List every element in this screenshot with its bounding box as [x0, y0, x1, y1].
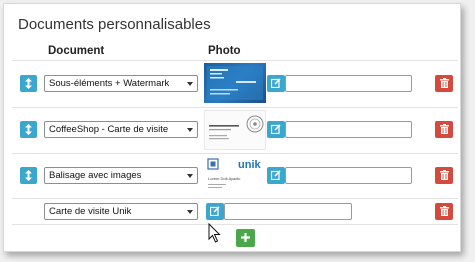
photo-input[interactable]	[285, 75, 412, 92]
photo-input[interactable]	[224, 203, 352, 220]
document-select-value: Balisage avec images	[49, 170, 142, 181]
document-select-value: Sous-éléments + Watermark	[49, 78, 170, 89]
edit-icon	[270, 75, 281, 93]
photo-thumbnail	[204, 63, 266, 103]
document-select-value: CoffeeShop - Carte de visite	[49, 124, 169, 135]
plus-icon	[241, 229, 250, 247]
chevron-down-icon	[187, 82, 193, 86]
row-divider	[12, 153, 458, 154]
chevron-down-icon	[187, 128, 193, 132]
delete-row-button[interactable]	[435, 167, 453, 184]
edit-icon	[270, 121, 281, 139]
edit-icon	[209, 203, 220, 221]
column-header-photo: Photo	[208, 45, 241, 57]
delete-row-button[interactable]	[435, 203, 453, 220]
reorder-button[interactable]	[20, 75, 37, 92]
document-select[interactable]: CoffeeShop - Carte de visite	[44, 121, 198, 138]
edit-photo-button[interactable]	[267, 121, 285, 138]
document-select[interactable]: Sous-éléments + Watermark	[44, 75, 198, 92]
edit-photo-button[interactable]	[267, 167, 285, 184]
row-divider	[12, 107, 458, 108]
reorder-button[interactable]	[20, 121, 37, 138]
chevron-down-icon	[187, 210, 193, 214]
delete-row-button[interactable]	[435, 121, 453, 138]
mouse-pointer-icon	[208, 222, 222, 249]
vertical-arrows-icon	[25, 170, 32, 181]
trash-icon	[439, 75, 449, 93]
trash-icon	[439, 121, 449, 139]
chevron-down-icon	[187, 174, 193, 178]
column-header-document: Document	[48, 45, 105, 57]
card-name-text: Lorem Dolt Ayadic	[208, 176, 240, 181]
brand-mark-text: unik	[238, 159, 261, 171]
edit-photo-button[interactable]	[267, 75, 285, 92]
reorder-button[interactable]	[20, 167, 37, 184]
row-divider	[12, 198, 458, 199]
document-select-value: Carte de visite Unik	[49, 206, 132, 217]
section-title: Documents personnalisables	[18, 16, 211, 33]
document-select[interactable]: Carte de visite Unik	[44, 203, 198, 220]
vertical-arrows-icon	[25, 124, 32, 135]
photo-thumbnail	[204, 110, 266, 150]
row-divider	[12, 224, 458, 225]
photo-input[interactable]	[285, 121, 412, 138]
photo-thumbnail: unik Lorem Dolt Ayadic	[204, 155, 266, 195]
row-divider	[12, 60, 458, 61]
trash-icon	[439, 167, 449, 185]
edit-photo-button[interactable]	[206, 203, 224, 220]
add-document-button[interactable]	[236, 229, 255, 247]
trash-icon	[439, 203, 449, 221]
edit-icon	[270, 167, 281, 185]
document-select[interactable]: Balisage avec images	[44, 167, 198, 184]
vertical-arrows-icon	[25, 78, 32, 89]
photo-input[interactable]	[285, 167, 412, 184]
delete-row-button[interactable]	[435, 75, 453, 92]
